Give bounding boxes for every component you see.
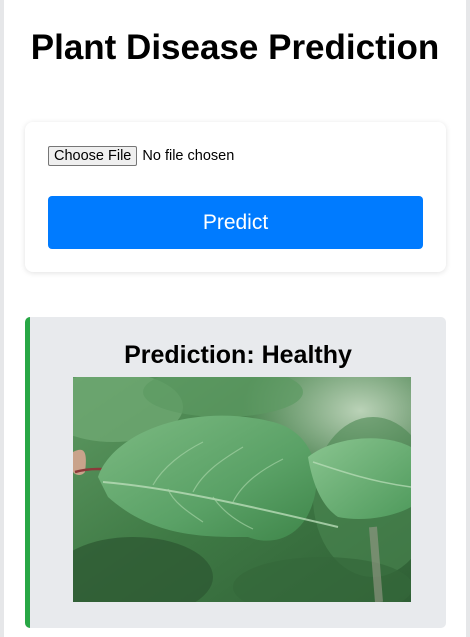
prediction-result: Prediction: Healthy (25, 317, 446, 628)
choose-file-button[interactable]: Choose File (48, 146, 138, 166)
prediction-title: Prediction: Healthy (124, 341, 352, 369)
upload-form: Choose File No file chosen Predict (25, 122, 446, 272)
file-input[interactable]: Choose File No file chosen (48, 145, 234, 167)
page-container: Plant Disease Prediction Choose File No … (4, 0, 466, 637)
page-title: Plant Disease Prediction (30, 28, 440, 67)
predict-button[interactable]: Predict (48, 196, 423, 249)
file-status-text: No file chosen (142, 148, 235, 164)
leaf-image (73, 377, 411, 602)
